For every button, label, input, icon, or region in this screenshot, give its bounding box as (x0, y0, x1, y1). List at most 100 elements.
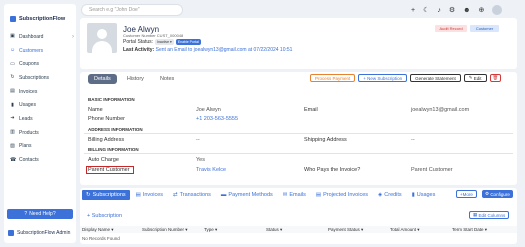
customer-header: Joe Alwyn Customer Number CUST_000048 Po… (80, 18, 517, 69)
customers-icon: ☺ (10, 47, 16, 54)
search-input[interactable]: Search e.g "John Doe" (81, 4, 183, 16)
bell-icon[interactable]: ♪ (437, 7, 441, 14)
generate-statement-button[interactable]: Generate Statement (410, 74, 461, 82)
sidebar: SubscriptionFlow › ▣ Dashboard ☺ Customers ▭… (4, 4, 76, 243)
column-header[interactable]: Subscription Number ▾ (142, 227, 188, 233)
email-value: joealwyn13@gmail.com (411, 107, 470, 113)
credits-icon: ◈ (378, 192, 383, 198)
sidebar-item-subscriptions[interactable]: ↻ Subscriptions (4, 71, 76, 85)
sidebar-item-invoices[interactable]: ▤ Invoices (4, 85, 76, 99)
shipping-address-label: Shipping Address (304, 137, 347, 143)
trash-icon: 🗑 (492, 75, 499, 80)
sidebar-item-customers[interactable]: ☺ Customers (4, 44, 76, 58)
sidebar-item-label: Plans (19, 143, 32, 150)
basic-info-title: BASIC INFORMATION (88, 97, 135, 102)
collapse-sidebar-icon[interactable]: › (72, 34, 74, 40)
tab-invoices[interactable]: ▤ Invoices (132, 190, 167, 200)
need-help-button[interactable]: ? Need Help? (7, 209, 73, 219)
tab-subscriptions[interactable]: ↻ Subscriptions (82, 190, 130, 200)
tab-details[interactable]: Details (88, 74, 117, 84)
customer-avatar (87, 23, 117, 53)
subscriptions-icon: ↻ (86, 192, 91, 198)
column-header[interactable]: Status ▾ (266, 227, 282, 233)
audit-record-button[interactable]: Audit Record (435, 25, 467, 32)
sidebar-item-coupons[interactable]: ▭ Coupons (4, 57, 76, 71)
address-info-title: ADDRESS INFORMATION (88, 127, 143, 132)
column-header[interactable]: Type ▾ (204, 227, 217, 233)
shipping-address-value: -- (411, 137, 415, 143)
sidebar-item-label: Dashboard (19, 33, 44, 40)
phone-value[interactable]: +1 203-563-5555 (196, 116, 238, 122)
sidebar-item-label: Usages (19, 102, 36, 109)
add-icon[interactable]: + (411, 7, 415, 14)
sidebar-item-label: Leads (19, 115, 33, 122)
edit-button[interactable]: ✎ Edit (463, 74, 487, 82)
sidebar-item-label: Subscriptions (19, 74, 50, 81)
plans-icon: ▧ (10, 142, 15, 149)
column-header[interactable]: Display Name ▾ (82, 227, 114, 233)
brand-name: SubscriptionFlow (19, 16, 66, 22)
settings-icon[interactable]: ⚙ (449, 6, 455, 14)
sidebar-item-dashboard[interactable]: ▣ Dashboard (4, 30, 76, 44)
emails-icon: ✉ (282, 192, 288, 198)
payment-methods-icon: ▬ (220, 192, 227, 198)
search-placeholder: Search e.g "John Doe" (89, 7, 140, 13)
topbar-icons: + ☾ ♪ ⚙ ☻ ⊕ (411, 5, 503, 15)
add-subscription-link[interactable]: + Subscription (87, 213, 122, 219)
column-header[interactable]: Total Amount ▾ (390, 227, 420, 233)
sidebar-item-contacts[interactable]: ☎ Contacts (4, 153, 76, 167)
sidebar-item-label: Contacts (19, 157, 39, 164)
detail-tabs: Details History Notes (88, 74, 180, 84)
avatar[interactable] (492, 5, 503, 15)
subscriptions-icon: ↻ (10, 74, 15, 81)
sidebar-item-plans[interactable]: ▧ Plans (4, 140, 76, 154)
leads-icon: ➜ (10, 115, 15, 122)
moon-icon[interactable]: ☾ (423, 6, 429, 14)
divider (84, 133, 513, 134)
edit-columns-button[interactable]: ▦ Edit Columns (469, 211, 510, 219)
sidebar-item-label: Products (19, 129, 39, 136)
portal-status-dropdown[interactable]: Inactive ▾ (155, 39, 174, 45)
sidebar-item-usages[interactable]: ▮ Usages (4, 98, 76, 112)
delete-button[interactable]: 🗑 (489, 74, 502, 82)
details-card: Details History Notes Process Payment + Ne… (80, 72, 517, 185)
logo-icon (10, 16, 16, 22)
help-icon: ? (24, 211, 28, 217)
tab-payment-methods[interactable]: ▬ Payment Methods (217, 190, 277, 200)
new-subscription-button[interactable]: + New Subscription (358, 74, 408, 82)
transactions-icon: ⇄ (173, 192, 178, 198)
divider (84, 153, 513, 154)
billing-info-title: BILLING INFORMATION (88, 147, 139, 152)
tab-credits[interactable]: ◈ Credits (374, 190, 406, 200)
support-icon[interactable]: ⊕ (479, 6, 485, 14)
users-icon[interactable]: ☻ (463, 7, 470, 14)
auto-charge-value: Yes (196, 157, 205, 163)
dashboard-icon: ▣ (10, 33, 15, 40)
process-payment-button[interactable]: Process Payment (310, 74, 356, 82)
tab-usages[interactable]: ▮ Usages (408, 190, 440, 200)
configure-button[interactable]: ⚙ Configure (482, 190, 513, 198)
parent-customer-value[interactable]: Travis Kelce (196, 167, 226, 173)
sidebar-nav: ▣ Dashboard ☺ Customers ▭ Coupons ↻ Subscriptio… (4, 30, 76, 167)
enable-portal-button[interactable]: Enable Portal (175, 39, 201, 45)
name-value: Joe Alwyn (196, 107, 221, 113)
sidebar-user[interactable]: SubscriptionFlow Admin (8, 230, 70, 236)
billing-address-value: -- (196, 137, 200, 143)
sidebar-item-products[interactable]: ▥ Products (4, 126, 76, 140)
usages-icon: ▮ (11, 101, 14, 108)
sidebar-item-label: Invoices (19, 88, 38, 95)
column-header[interactable]: Payment Status ▾ (328, 227, 363, 233)
tab-projected-invoices[interactable]: ▤ Projected Invoices (312, 190, 372, 200)
invoices-icon: ▤ (135, 192, 141, 198)
tab-transactions[interactable]: ⇄ Transactions (169, 190, 215, 200)
usages-icon: ▮ (411, 192, 415, 198)
more-tabs-button[interactable]: +More (456, 190, 477, 198)
sidebar-item-leads[interactable]: ➜ Leads (4, 112, 76, 126)
tab-history[interactable]: History (121, 74, 150, 84)
who-pays-label: Who Pays the Invoice? (304, 167, 361, 173)
tab-emails[interactable]: ✉ Emails (279, 190, 310, 200)
tab-notes[interactable]: Notes (154, 74, 180, 84)
customer-type-badge: Customer (470, 25, 499, 32)
column-header[interactable]: Term Start Date ▾ (452, 227, 487, 233)
brand[interactable]: SubscriptionFlow (4, 4, 76, 22)
